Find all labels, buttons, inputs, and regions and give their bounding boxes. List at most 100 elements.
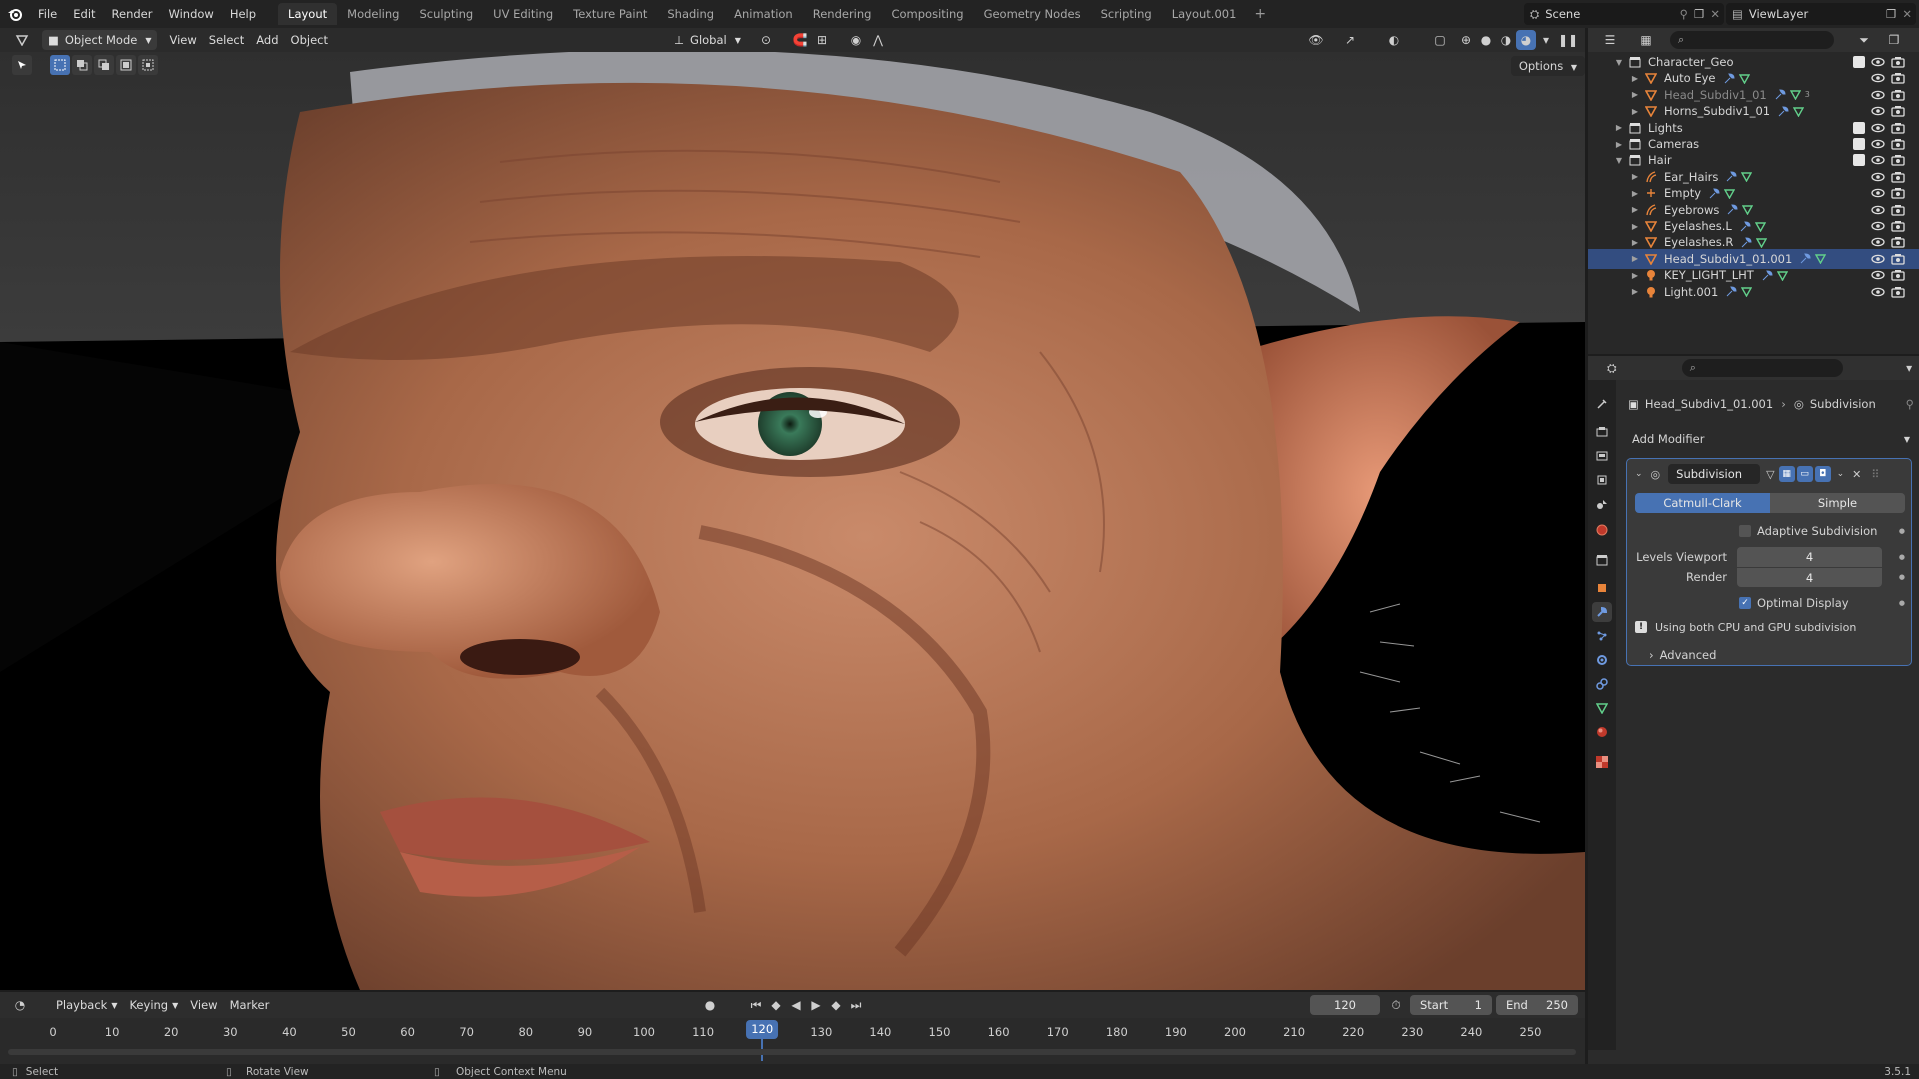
texture-tab-icon[interactable] (1592, 752, 1612, 772)
on-cage-icon[interactable]: ▦ (1778, 466, 1795, 482)
tab-animation[interactable]: Animation (724, 3, 803, 25)
adaptive-checkbox[interactable] (1739, 525, 1751, 537)
pause-render-icon[interactable]: ❚❚ (1558, 30, 1578, 50)
menu-help[interactable]: Help (222, 3, 264, 25)
eye-icon[interactable] (1871, 285, 1885, 299)
pin-icon[interactable]: ⚲ (1906, 397, 1914, 411)
eye-icon[interactable] (1871, 104, 1885, 118)
menu-select[interactable]: Select (203, 30, 250, 50)
outliner-editor-type-icon[interactable]: ☰ (1600, 30, 1620, 50)
expand-right-icon[interactable]: ▶ (1628, 189, 1642, 198)
expand-right-icon[interactable]: ▶ (1628, 238, 1642, 247)
render-tab-icon[interactable] (1592, 422, 1612, 442)
material-shading-icon[interactable]: ◑ (1496, 30, 1516, 50)
eye-icon[interactable] (1871, 137, 1885, 151)
blender-logo-icon[interactable] (0, 0, 30, 28)
modifier-name-field[interactable]: Subdivision (1668, 464, 1761, 484)
view-layer-tab-icon[interactable] (1592, 470, 1612, 490)
eye-icon[interactable] (1871, 153, 1885, 167)
eye-icon[interactable] (1871, 121, 1885, 135)
camera-render-icon[interactable] (1891, 285, 1905, 299)
advanced-subpanel-header[interactable]: › Advanced (1627, 645, 1911, 665)
tab-shading[interactable]: Shading (657, 3, 724, 25)
expand-right-icon[interactable]: ▶ (1612, 140, 1626, 149)
gizmo-icon[interactable]: ↗ (1340, 30, 1360, 50)
expand-right-icon[interactable]: ▶ (1628, 254, 1642, 263)
menu-object[interactable]: Object (285, 30, 334, 50)
camera-render-icon[interactable] (1891, 121, 1905, 135)
xray-icon[interactable]: ▢ (1430, 30, 1450, 50)
physics-tab-icon[interactable] (1592, 650, 1612, 670)
camera-render-icon[interactable] (1891, 268, 1905, 282)
levels-viewport-field[interactable]: 4 (1737, 547, 1882, 567)
keyframe-dot-icon[interactable]: ● (1899, 527, 1905, 535)
output-tab-icon[interactable] (1592, 446, 1612, 466)
keyframe-dot-icon[interactable]: ● (1899, 573, 1905, 581)
timeline-menu-marker[interactable]: Marker (224, 995, 276, 1015)
drag-handle-icon[interactable]: ⠿ (1871, 468, 1879, 481)
camera-render-icon[interactable] (1891, 88, 1905, 102)
tab-scripting[interactable]: Scripting (1091, 3, 1162, 25)
new-collection-icon[interactable]: ❐ (1884, 30, 1904, 50)
close-icon[interactable]: ✕ (1852, 468, 1861, 481)
tool-tab-icon[interactable] (1592, 394, 1612, 414)
start-frame-field[interactable]: Start 1 (1410, 995, 1492, 1015)
expand-right-icon[interactable]: ▶ (1628, 107, 1642, 116)
solid-shading-icon[interactable]: ● (1476, 30, 1496, 50)
keying-dropdown[interactable]: Keying ▼ (123, 995, 184, 1015)
realtime-icon[interactable]: ▭ (1796, 466, 1813, 482)
pin-icon[interactable]: ⚲ (1680, 7, 1688, 21)
render-icon[interactable]: ◘ (1814, 466, 1831, 482)
expand-right-icon[interactable]: ▶ (1628, 287, 1642, 296)
tab-compositing[interactable]: Compositing (881, 3, 973, 25)
collapse-chevron-icon[interactable]: ⌄ (1635, 469, 1643, 479)
expand-right-icon[interactable]: ▶ (1628, 172, 1642, 181)
collection-tab-icon[interactable] (1592, 550, 1612, 570)
camera-render-icon[interactable] (1891, 104, 1905, 118)
tab-geometry-nodes[interactable]: Geometry Nodes (974, 3, 1091, 25)
overlays-icon[interactable]: ◐ (1384, 30, 1404, 50)
properties-editor-type-icon[interactable]: ⛭ (1602, 358, 1622, 378)
tab-uv-editing[interactable]: UV Editing (483, 3, 563, 25)
eye-icon[interactable] (1871, 268, 1885, 282)
camera-render-icon[interactable] (1891, 235, 1905, 249)
rendered-shading-icon[interactable]: ◕ (1516, 30, 1536, 50)
tab-sculpting[interactable]: Sculpting (409, 3, 483, 25)
camera-render-icon[interactable] (1891, 71, 1905, 85)
simple-button[interactable]: Simple (1770, 493, 1905, 513)
new-view-layer-icon[interactable]: ❐ (1886, 7, 1896, 21)
tab-layout[interactable]: Layout (278, 3, 338, 25)
camera-render-icon[interactable] (1891, 55, 1905, 69)
camera-render-icon[interactable] (1891, 186, 1905, 200)
tab-layout-001[interactable]: Layout.001 (1162, 3, 1247, 25)
expand-right-icon[interactable]: ▶ (1628, 222, 1642, 231)
delete-view-layer-icon[interactable]: ✕ (1902, 7, 1912, 21)
eye-icon[interactable] (1871, 55, 1885, 69)
end-frame-field[interactable]: End 250 (1496, 995, 1578, 1015)
eye-icon[interactable] (1871, 170, 1885, 184)
particles-tab-icon[interactable] (1592, 626, 1612, 646)
menu-add[interactable]: Add (250, 30, 284, 50)
wireframe-shading-icon[interactable]: ⊕ (1456, 30, 1476, 50)
menu-file[interactable]: File (30, 3, 65, 25)
snap-icon[interactable]: 🧲 (790, 30, 810, 50)
timeline-scrollbar[interactable] (8, 1049, 1576, 1055)
shading-options-icon[interactable]: ▾ (1536, 30, 1556, 50)
eye-icon[interactable] (1871, 219, 1885, 233)
optimal-display-checkbox[interactable]: ✓ (1739, 597, 1751, 609)
scene-tab-icon[interactable] (1592, 494, 1612, 514)
timeline-editor-type-icon[interactable]: ◔ (10, 995, 30, 1015)
timeline-menu-view[interactable]: View (184, 995, 223, 1015)
expand-down-icon[interactable]: ▼ (1612, 156, 1626, 165)
collection-checkbox[interactable] (1853, 121, 1865, 134)
keyframe-dot-icon[interactable]: ● (1899, 599, 1905, 607)
proportional-edit-icon[interactable]: ◉ (846, 30, 866, 50)
properties-options-icon[interactable]: ▾ (1899, 358, 1919, 378)
tab-texture-paint[interactable]: Texture Paint (563, 3, 657, 25)
add-workspace-icon[interactable]: + (1246, 6, 1274, 22)
modifier-tab-icon[interactable] (1592, 602, 1612, 622)
camera-render-icon[interactable] (1891, 219, 1905, 233)
3d-viewport[interactable] (0, 52, 1585, 990)
camera-render-icon[interactable] (1891, 153, 1905, 167)
menu-edit[interactable]: Edit (65, 3, 103, 25)
